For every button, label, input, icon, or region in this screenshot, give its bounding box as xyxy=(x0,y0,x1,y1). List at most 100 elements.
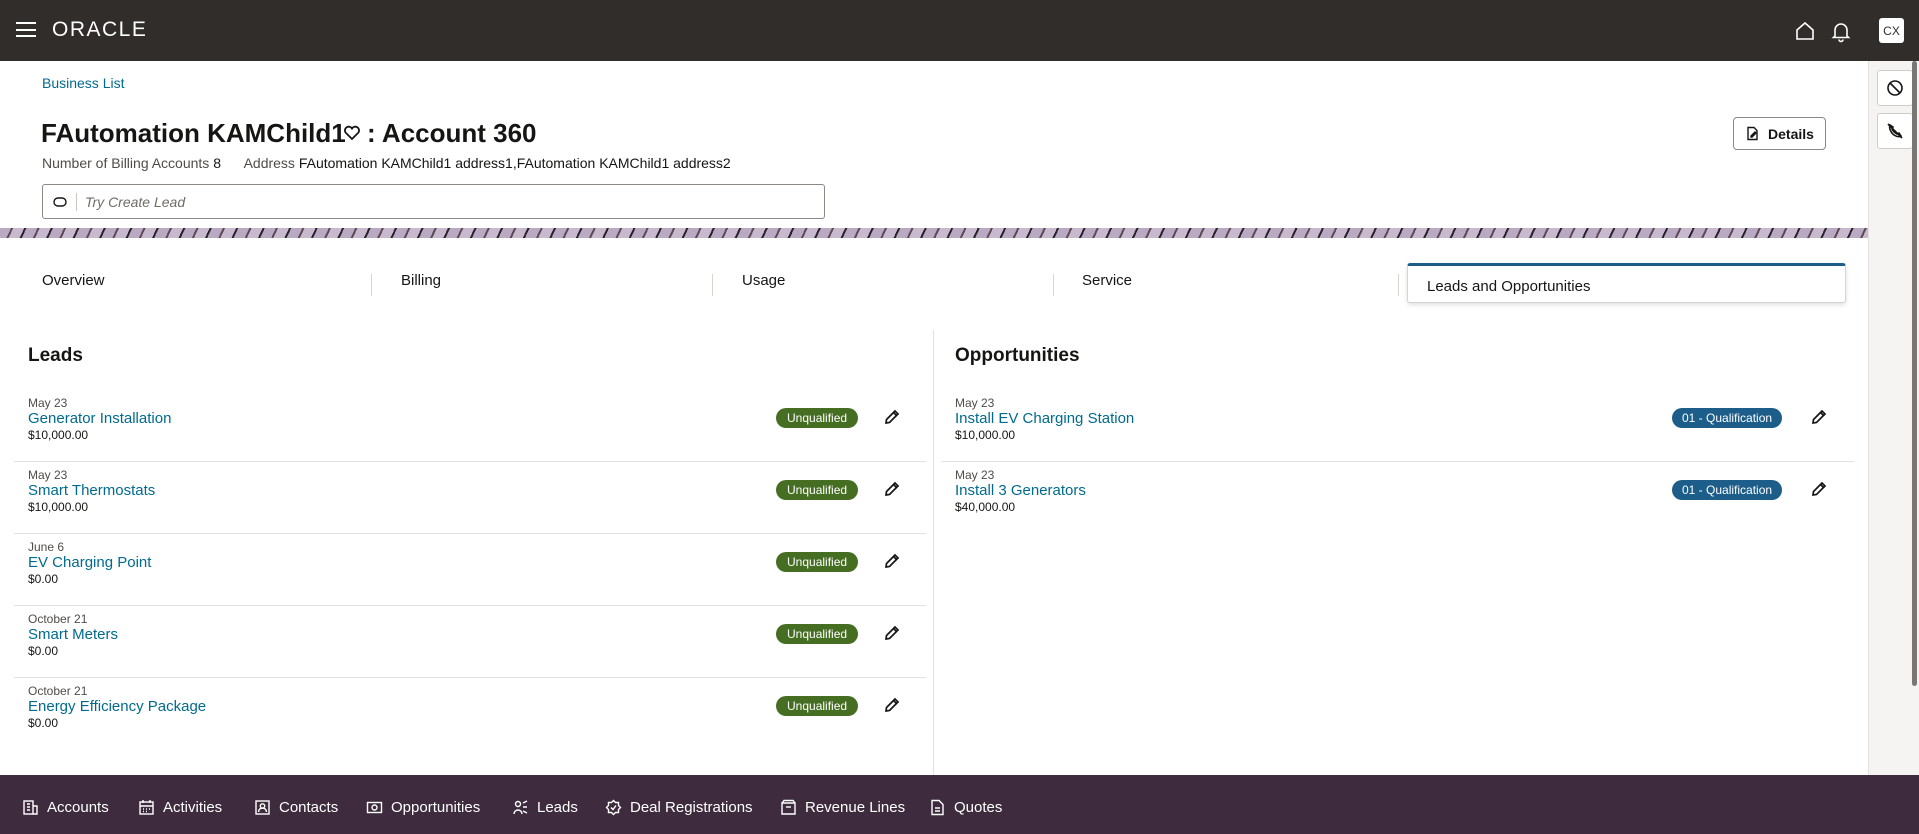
opportunity-date: May 23 xyxy=(955,468,995,482)
nav-accounts-label: Accounts xyxy=(47,799,109,816)
nav-contacts[interactable]: Contacts xyxy=(254,799,338,816)
lead-amount: $0.00 xyxy=(28,572,59,586)
billing-accounts-value: 8 xyxy=(213,155,221,171)
lead-item: May 23 Generator Installation $10,000.00… xyxy=(14,390,926,462)
leads-icon xyxy=(513,800,528,815)
lead-date: June 6 xyxy=(28,540,65,554)
status-badge: Unqualified xyxy=(776,624,859,644)
phone-off-icon xyxy=(1887,123,1903,139)
tab-usage[interactable]: Usage xyxy=(742,272,785,289)
bell-icon[interactable] xyxy=(1829,19,1853,43)
lead-item: October 21 Energy Efficiency Package $0.… xyxy=(14,678,926,750)
nav-opportunities[interactable]: Opportunities xyxy=(366,799,480,816)
details-label: Details xyxy=(1768,125,1814,142)
calendar-icon xyxy=(139,800,154,815)
tab-overview[interactable]: Overview xyxy=(42,272,105,289)
nav-revenue-lines-label: Revenue Lines xyxy=(805,799,906,816)
field-divider xyxy=(76,193,77,211)
opportunity-amount: $10,000.00 xyxy=(955,428,1016,442)
tab-leads-and-opportunities[interactable]: Leads and Opportunities xyxy=(1407,263,1846,303)
user-avatar[interactable]: CX xyxy=(1879,18,1904,43)
rail-button-call-off[interactable] xyxy=(1877,113,1913,149)
nav-leads[interactable]: Leads xyxy=(512,799,578,816)
lead-name-link[interactable]: Energy Efficiency Package xyxy=(28,698,206,715)
lead-name-link[interactable]: EV Charging Point xyxy=(28,554,151,571)
nav-activities-label: Activities xyxy=(163,799,223,816)
contact-card-icon xyxy=(255,800,270,815)
status-badge: Unqualified xyxy=(776,480,859,500)
nav-revenue-lines[interactable]: Revenue Lines xyxy=(780,799,905,816)
pencil-edit-icon[interactable] xyxy=(882,407,902,427)
address-label: Address xyxy=(243,155,295,171)
nav-accounts[interactable]: Accounts xyxy=(22,799,109,816)
breadcrumb-business-list[interactable]: Business List xyxy=(42,75,124,91)
tab-divider xyxy=(1398,274,1399,296)
scrollbar[interactable] xyxy=(1912,61,1917,686)
lead-amount: $10,000.00 xyxy=(28,500,89,514)
tab-service[interactable]: Service xyxy=(1082,272,1132,289)
decorative-banner xyxy=(0,228,1868,238)
pencil-edit-icon[interactable] xyxy=(882,695,902,715)
lead-item: June 6 EV Charging Point $0.00 Unqualifi… xyxy=(14,534,926,606)
panel-divider xyxy=(933,330,934,775)
tab-divider xyxy=(1053,274,1054,296)
billing-accounts-label: Number of Billing Accounts xyxy=(42,155,210,171)
pencil-edit-icon[interactable] xyxy=(1809,407,1829,427)
opportunity-amount: $40,000.00 xyxy=(955,500,1016,514)
status-badge: Unqualified xyxy=(776,408,859,428)
opportunity-date: May 23 xyxy=(955,396,995,410)
tab-divider xyxy=(712,274,713,296)
create-lead-input[interactable] xyxy=(85,192,805,212)
bottom-navigation: Accounts Activities Contacts Opportuniti… xyxy=(0,775,1919,834)
nav-deal-registrations-label: Deal Registrations xyxy=(630,799,753,816)
home-icon[interactable] xyxy=(1793,19,1817,43)
address-value: FAutomation KAMChild1 address1,FAutomati… xyxy=(298,155,731,171)
block-icon xyxy=(1887,80,1903,96)
pencil-edit-icon[interactable] xyxy=(882,623,902,643)
lead-name-link[interactable]: Smart Meters xyxy=(28,626,118,643)
create-lead-field[interactable] xyxy=(42,184,825,219)
deal-icon xyxy=(605,799,622,816)
document-edit-icon xyxy=(1747,126,1758,141)
pencil-edit-icon[interactable] xyxy=(882,551,902,571)
nav-quotes[interactable]: Quotes xyxy=(929,799,1002,816)
lead-amount: $0.00 xyxy=(28,716,59,730)
building-icon xyxy=(23,800,38,815)
opportunity-item: May 23 Install EV Charging Station $10,0… xyxy=(941,390,1854,462)
lead-date: May 23 xyxy=(28,396,68,410)
nav-quotes-label: Quotes xyxy=(954,799,1003,816)
lead-date: May 23 xyxy=(28,468,68,482)
capsule-icon xyxy=(53,197,67,207)
nav-contacts-label: Contacts xyxy=(279,799,339,816)
opportunity-name-link[interactable]: Install EV Charging Station xyxy=(955,410,1134,427)
opportunity-item: May 23 Install 3 Generators $40,000.00 0… xyxy=(941,462,1854,534)
pencil-edit-icon[interactable] xyxy=(882,479,902,499)
stage-badge: 01 - Qualification xyxy=(1672,408,1783,428)
favorite-heart-icon[interactable] xyxy=(343,124,361,142)
lead-amount: $0.00 xyxy=(28,644,59,658)
tab-billing[interactable]: Billing xyxy=(401,272,441,289)
oracle-logo: ORACLE xyxy=(52,18,148,41)
details-button[interactable]: Details xyxy=(1733,117,1826,150)
nav-leads-label: Leads xyxy=(537,799,578,816)
tab-divider xyxy=(371,274,372,296)
lead-name-link[interactable]: Smart Thermostats xyxy=(28,482,155,499)
hamburger-menu-icon[interactable] xyxy=(16,22,36,38)
status-badge: Unqualified xyxy=(776,552,859,572)
account-meta: Number of Billing Accounts 8 Address FAu… xyxy=(42,155,731,171)
nav-deal-registrations[interactable]: Deal Registrations xyxy=(605,799,753,816)
lead-item: October 21 Smart Meters $0.00 Unqualifie… xyxy=(14,606,926,678)
pencil-edit-icon[interactable] xyxy=(1809,479,1829,499)
opportunity-name-link[interactable]: Install 3 Generators xyxy=(955,482,1086,499)
lead-name-link[interactable]: Generator Installation xyxy=(28,410,171,427)
revenue-icon xyxy=(781,799,796,815)
status-badge: Unqualified xyxy=(776,696,859,716)
opportunities-title: Opportunities xyxy=(955,345,1080,366)
rail-button-block[interactable] xyxy=(1877,70,1913,106)
stage-badge: 01 - Qualification xyxy=(1672,480,1783,500)
opportunity-icon xyxy=(366,801,383,814)
lead-amount: $10,000.00 xyxy=(28,428,89,442)
page-title: FAutomation KAMChild1 xyxy=(41,118,346,148)
nav-activities[interactable]: Activities xyxy=(138,799,222,816)
nav-opportunities-label: Opportunities xyxy=(391,799,481,816)
